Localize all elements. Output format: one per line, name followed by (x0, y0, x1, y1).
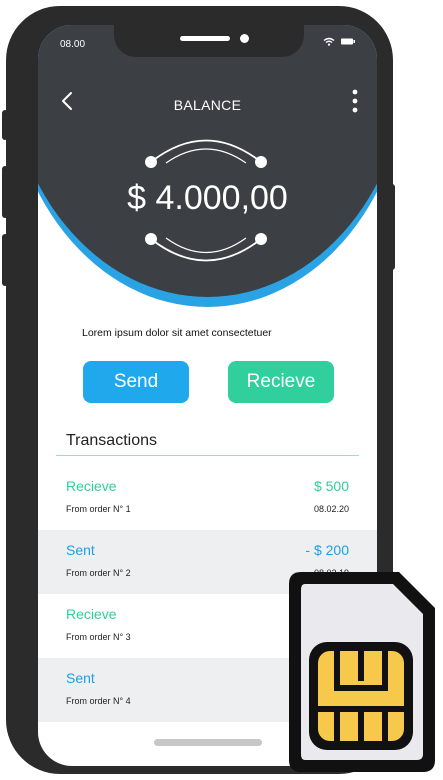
speaker (180, 36, 230, 41)
transactions-heading: Transactions (66, 432, 157, 449)
more-options-button[interactable] (347, 87, 363, 117)
more-vertical-icon (352, 89, 358, 113)
transaction-source: From order N° 2 (66, 568, 131, 578)
notch (114, 25, 304, 57)
transaction-amount: - $ 200 (305, 542, 349, 558)
transaction-row[interactable]: Recieve From order N° 1 $ 500 08.02.20 (38, 466, 377, 530)
transaction-source: From order N° 4 (66, 696, 131, 706)
transactions-divider (56, 455, 359, 456)
home-indicator[interactable] (154, 739, 262, 746)
status-time: 08.00 (60, 39, 86, 50)
volume-up-button (2, 166, 8, 218)
intro-text: Lorem ipsum dolor sit amet consectetuer (82, 327, 272, 339)
send-button[interactable]: Send (83, 361, 189, 403)
receive-button[interactable]: Recieve (228, 361, 334, 403)
transaction-date: 08.02.20 (313, 504, 349, 514)
page-title: BALANCE (173, 97, 242, 113)
battery-icon (341, 38, 355, 45)
mute-switch (2, 110, 8, 140)
balance-amount: $ 4.000,00 (127, 179, 288, 217)
transaction-type: Sent (66, 670, 95, 686)
sim-card-icon (289, 572, 435, 772)
transaction-source: From order N° 1 (66, 504, 131, 514)
power-button (389, 184, 395, 270)
transaction-amount: $ 500 (313, 478, 349, 494)
transaction-source: From order N° 3 (66, 632, 131, 642)
status-icons (323, 37, 355, 46)
transaction-type: Sent (66, 542, 95, 558)
transaction-type: Recieve (66, 478, 117, 494)
camera (240, 34, 249, 43)
transaction-type: Recieve (66, 606, 117, 622)
volume-down-button (2, 234, 8, 286)
wifi-icon (323, 37, 335, 46)
